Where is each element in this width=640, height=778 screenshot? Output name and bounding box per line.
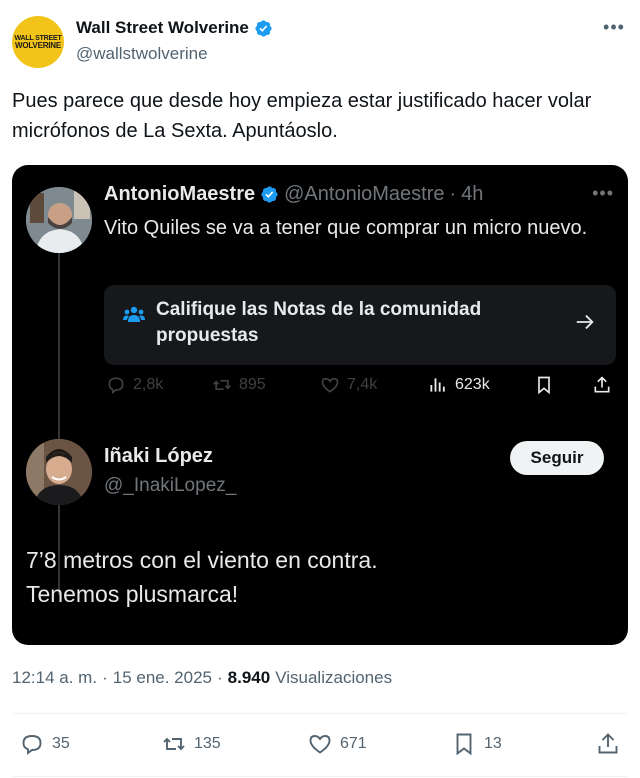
arrow-right-icon	[576, 314, 594, 330]
author-handle[interactable]: @wallstwolverine	[76, 44, 208, 64]
separator-dot: ·	[217, 668, 223, 687]
separator-dot: ·	[449, 183, 457, 205]
bookmark-icon	[538, 376, 550, 395]
quoted-replies: 2,8k	[106, 375, 163, 395]
community-notes-label: Califique las Notas de la comunidad prop…	[156, 299, 482, 346]
repost-button[interactable]: 135	[162, 732, 221, 756]
more-options-icon[interactable]: •••	[602, 18, 626, 40]
community-notes-banner: Califique las Notas de la comunidad prop…	[104, 285, 616, 365]
author-name[interactable]: Wall Street Wolverine	[76, 18, 249, 38]
bookmark-button[interactable]: 13	[452, 732, 502, 756]
tweet-header: WALL STREET WOLVERINE Wall Street Wolver…	[12, 14, 628, 70]
share-button[interactable]	[596, 732, 620, 756]
quoted-author-name: AntonioMaestre	[104, 183, 256, 205]
action-bar: 35 135 671 13	[12, 732, 628, 762]
quoted-author-handle: @AntonioMaestre	[284, 183, 445, 205]
reply-icon	[22, 735, 42, 755]
divider	[12, 776, 628, 777]
avatar[interactable]: WALL STREET WOLVERINE	[12, 16, 64, 68]
share-icon	[598, 733, 618, 754]
quoted-avatar	[26, 187, 92, 253]
tweet-time[interactable]: 12:14 a. m.	[12, 668, 97, 688]
bookmark-icon	[456, 733, 472, 756]
quoted-text: Vito Quiles se va a tener que comprar un…	[104, 217, 588, 239]
quoted-bookmark	[534, 375, 554, 395]
quoted-replies-count: 2,8k	[133, 376, 164, 393]
heart-icon	[309, 735, 331, 754]
reply-author-name: Iñaki López	[104, 445, 213, 467]
tweet-meta: 12:14 a. m. · 15 ene. 2025 · 8.940 Visua…	[12, 668, 392, 688]
community-notes-icon	[123, 306, 145, 322]
quoted-more-icon: •••	[592, 183, 614, 203]
reply-icon	[108, 377, 124, 395]
embedded-image[interactable]: AntonioMaestre @AntonioMaestre · 4h ••• …	[12, 165, 628, 645]
verified-badge-icon	[261, 186, 278, 203]
quoted-action-bar: 2,8k 895 7,4k 623k	[104, 375, 616, 403]
tweet-text: Pues parece que desde hoy empieza estar …	[12, 90, 592, 142]
divider	[12, 713, 628, 714]
quoted-likes-count: 7,4k	[347, 376, 378, 393]
repost-icon	[163, 737, 185, 751]
quoted-views: 623k	[428, 375, 490, 395]
heart-icon	[321, 377, 339, 393]
avatar-logo-text: WOLVERINE	[14, 41, 62, 50]
repost-icon	[213, 380, 231, 390]
repost-count: 135	[194, 735, 221, 752]
reply-text: 7’8 metros con el viento en contra. Tene…	[26, 543, 378, 611]
reply-text-line: Tenemos plusmarca!	[26, 581, 239, 607]
follow-button: Seguir	[510, 441, 604, 475]
quoted-share	[592, 375, 612, 395]
quoted-reposts: 895	[212, 375, 266, 395]
verified-badge-icon[interactable]	[254, 19, 273, 38]
quoted-likes: 7,4k	[320, 375, 377, 395]
views-count: 8.940	[227, 668, 271, 687]
reply-author-handle: @_InakiLopez_	[104, 475, 237, 496]
bookmark-count: 13	[484, 735, 502, 752]
views-chart-icon	[430, 378, 445, 392]
quoted-reposts-count: 895	[239, 376, 266, 393]
reply-avatar	[26, 439, 92, 505]
share-icon	[594, 376, 610, 393]
quoted-time: 4h	[461, 183, 484, 205]
reply-count: 35	[52, 735, 70, 752]
separator-dot: ·	[102, 668, 108, 687]
views-label: Visualizaciones	[275, 668, 393, 687]
tweet-date[interactable]: 15 ene. 2025	[113, 668, 212, 688]
like-button[interactable]: 671	[308, 732, 367, 756]
like-count: 671	[340, 735, 367, 752]
quoted-views-count: 623k	[455, 376, 490, 393]
reply-text-line: 7’8 metros con el viento en contra.	[26, 547, 378, 573]
reply-button[interactable]: 35	[20, 732, 70, 756]
